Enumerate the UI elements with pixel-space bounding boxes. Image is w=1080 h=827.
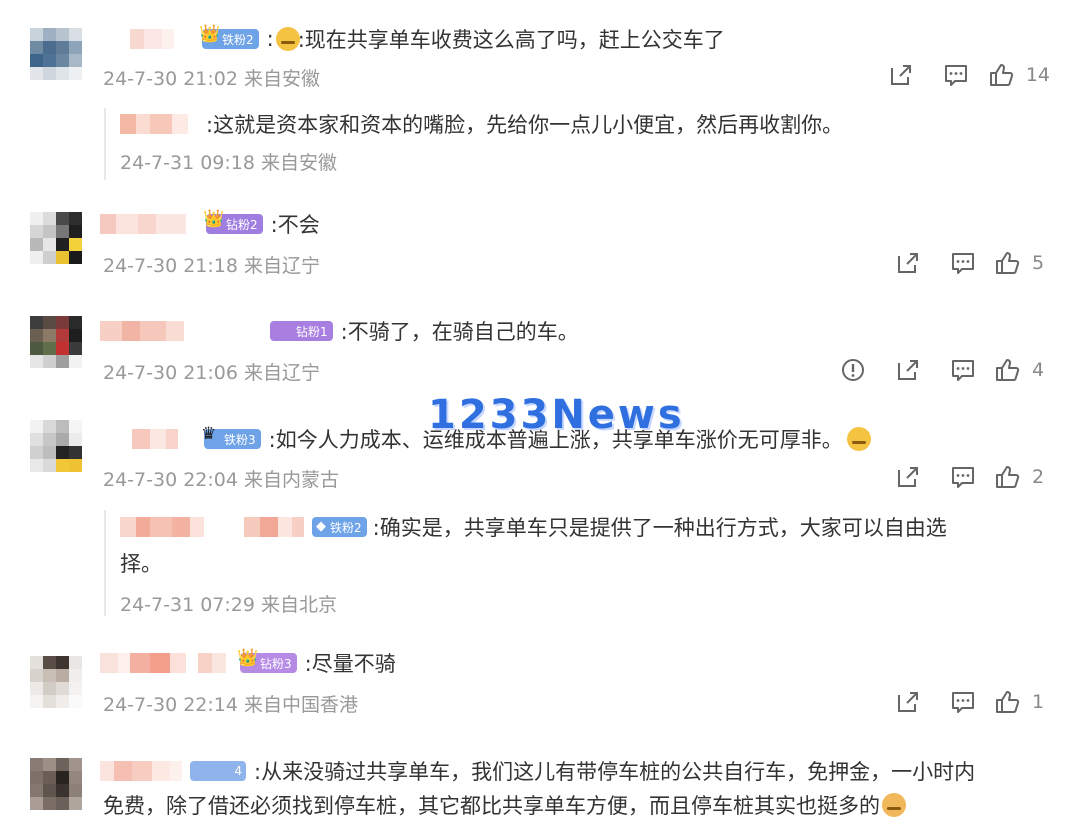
- like-icon: [994, 689, 1020, 715]
- fan-badge[interactable]: ◆ 铁粉2: [312, 517, 367, 537]
- comment-meta: 24-7-30 21:06 来自辽宁: [103, 362, 320, 384]
- crown-icon: ♛: [201, 424, 217, 444]
- fan-badge[interactable]: 👑 铁粉2: [199, 24, 259, 49]
- comment-button[interactable]: [929, 60, 984, 90]
- comment-text-cont: 免费，除了借还必须找到停车桩，其它都比共享单车方便，而且停车桩其实也挺多的: [103, 794, 880, 818]
- avatar[interactable]: [30, 28, 82, 80]
- like-count: 2: [1032, 466, 1045, 488]
- fan-badge[interactable]: 钻粉1: [270, 321, 333, 341]
- diamond-icon: ◆: [316, 519, 326, 534]
- like-icon: [994, 464, 1020, 490]
- fan-badge[interactable]: 👑 钻粉2: [203, 209, 263, 234]
- avatar[interactable]: [30, 656, 82, 708]
- reply-text: :确实是，共享单车只是提供了一种出行方式，大家可以自由选: [372, 516, 947, 540]
- like-count: 14: [1025, 64, 1050, 86]
- comment-colon: :: [266, 27, 274, 51]
- avatar[interactable]: [30, 758, 82, 810]
- username[interactable]: [132, 428, 178, 450]
- comment-button[interactable]: [935, 355, 990, 385]
- report-button[interactable]: [825, 355, 880, 385]
- comment-text: :现在共享单车收费这么高了吗，赶上公交车了: [297, 28, 725, 52]
- share-icon: [895, 357, 921, 383]
- share-icon: [895, 250, 921, 276]
- username[interactable]: [100, 760, 182, 782]
- crown-icon: 👑: [199, 24, 221, 44]
- comment-meta: 24-7-30 21:18 来自辽宁: [103, 255, 320, 277]
- like-button[interactable]: 5: [994, 250, 1050, 276]
- share-button[interactable]: [880, 248, 935, 278]
- share-icon: [895, 689, 921, 715]
- username[interactable]: [130, 28, 174, 50]
- comment-meta: 24-7-30 22:04 来自内蒙古: [103, 469, 339, 491]
- reply-text: :这就是资本家和资本的嘴脸，先给你一点儿小便宜，然后再收割你。: [206, 113, 844, 137]
- avatar[interactable]: [30, 316, 82, 368]
- watermark: 1233News: [428, 392, 685, 438]
- fan-badge[interactable]: 👑 钻粉3: [237, 648, 297, 673]
- reply-item: :这就是资本家和资本的嘴脸，先给你一点儿小便宜，然后再收割你。 24-7-31 …: [104, 108, 1054, 180]
- fan-badge[interactable]: ♛ 铁粉3: [201, 424, 261, 449]
- reply-username[interactable]: [120, 113, 188, 135]
- comment-meta: 24-7-30 21:02 来自安徽: [103, 68, 320, 90]
- share-icon: [895, 464, 921, 490]
- emoji-icon: [882, 793, 906, 817]
- comment-icon: [950, 250, 976, 276]
- comment-icon: [950, 357, 976, 383]
- like-button[interactable]: 1: [994, 689, 1050, 715]
- comment-icon: [950, 689, 976, 715]
- report-icon: [840, 357, 866, 383]
- share-button[interactable]: [880, 355, 935, 385]
- like-count: 5: [1032, 252, 1045, 274]
- share-icon: [888, 62, 914, 88]
- username[interactable]: [100, 320, 184, 342]
- comment-button[interactable]: [935, 687, 990, 717]
- like-button[interactable]: 4: [994, 357, 1050, 383]
- like-count: 4: [1032, 359, 1045, 381]
- reply-username[interactable]: [120, 516, 304, 538]
- crown-icon: 👑: [203, 209, 225, 229]
- reply-meta: 24-7-31 07:29 来自北京: [120, 594, 337, 616]
- comment-meta: 24-7-30 22:14 来自中国香港: [103, 694, 358, 716]
- like-count: 1: [1032, 691, 1045, 713]
- share-button[interactable]: [880, 462, 935, 492]
- avatar[interactable]: [30, 420, 82, 472]
- share-button[interactable]: [880, 687, 935, 717]
- reply-item: ◆ 铁粉2 :确实是，共享单车只是提供了一种出行方式，大家可以自由选 择。 24…: [104, 510, 1054, 616]
- username[interactable]: [100, 213, 186, 235]
- avatar[interactable]: [30, 212, 82, 264]
- comment-button[interactable]: [935, 462, 990, 492]
- comment-text: :不骑了，在骑自己的车。: [340, 320, 579, 344]
- comment-text: :尽量不骑: [304, 652, 396, 676]
- like-button[interactable]: 2: [994, 464, 1050, 490]
- like-button[interactable]: 14: [988, 62, 1050, 88]
- comment-button[interactable]: [935, 248, 990, 278]
- share-button[interactable]: [874, 60, 929, 90]
- comment-icon: [943, 62, 969, 88]
- reply-text-cont: 择。: [120, 552, 162, 576]
- username[interactable]: [100, 652, 226, 674]
- comment-text: :不会: [270, 213, 320, 237]
- like-icon: [994, 250, 1020, 276]
- comment-text: :从来没骑过共享单车，我们这儿有带停车桩的公共自行车，免押金，一小时内: [254, 760, 976, 784]
- like-icon: [988, 62, 1014, 88]
- crown-icon: 👑: [237, 648, 259, 668]
- like-icon: [994, 357, 1020, 383]
- emoji-icon: [846, 427, 871, 451]
- emoji-icon: [275, 27, 300, 51]
- fan-badge[interactable]: 4: [190, 761, 246, 781]
- comment-icon: [950, 464, 976, 490]
- reply-meta: 24-7-31 09:18 来自安徽: [120, 152, 337, 174]
